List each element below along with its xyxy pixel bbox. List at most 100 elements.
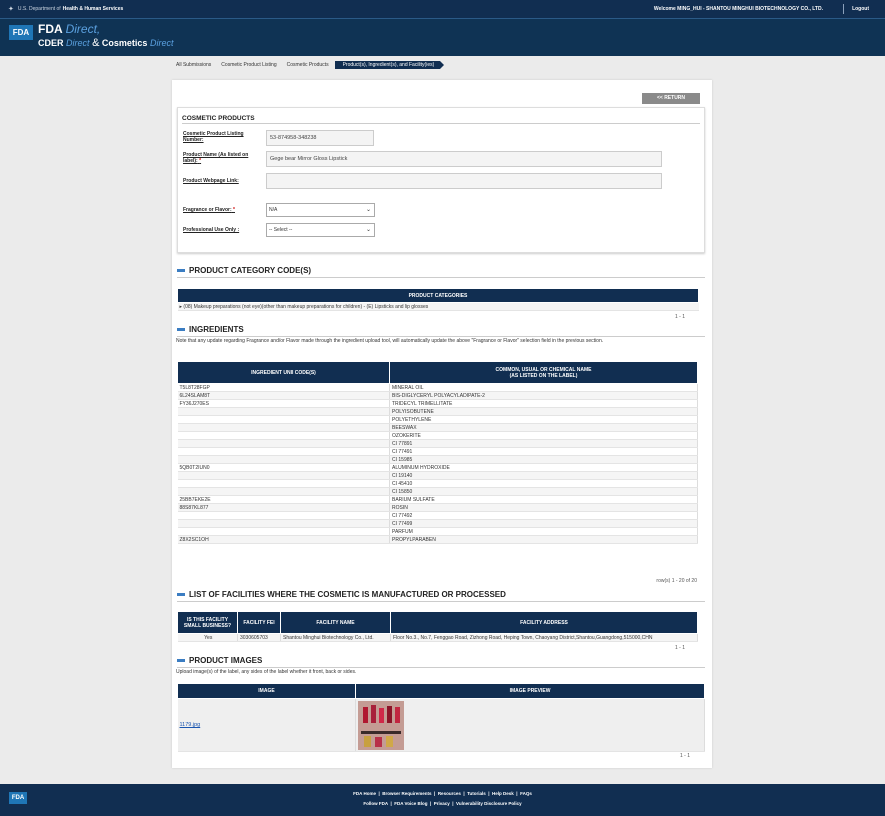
table-row: CI 77491 xyxy=(177,447,698,456)
professional-select[interactable]: -- Select -- ⌄ xyxy=(266,223,375,237)
ingredient-unii xyxy=(177,447,390,456)
category-item: ▸ (08) Makeup preparations (not eye)(oth… xyxy=(177,302,699,311)
ingredient-unii xyxy=(177,519,390,528)
chevron-down-icon: ⌄ xyxy=(365,227,371,233)
facility-fei-header: FACILITY FEI xyxy=(237,611,281,634)
hhs-link[interactable]: ✦ U.S. Department of Health & Human Serv… xyxy=(8,5,123,13)
ingredient-name: POLYISOBUTENE xyxy=(389,407,698,416)
footer-link[interactable]: FDA Voice Blog xyxy=(394,801,427,806)
facility-fei: 3030605703 xyxy=(237,633,281,642)
facility-address: Floor No.3., No.7, Fenggao Road, Zizhong… xyxy=(390,633,698,642)
category-section-header[interactable]: PRODUCT CATEGORY CODE(S) xyxy=(177,266,705,275)
table-row: PARFUM xyxy=(177,527,698,536)
hhs-eagle-icon: ✦ xyxy=(8,6,14,13)
category-item-text: (08) Makeup preparations (not eye)(other… xyxy=(183,303,429,310)
image-file-cell: 1179.jpg xyxy=(177,698,356,752)
category-pager: 1 - 1 xyxy=(674,314,685,320)
lipstick-tube xyxy=(387,705,392,723)
lipstick-shelf xyxy=(361,730,401,734)
brand-line-2: CDER Direct & Cosmetics Direct xyxy=(38,37,173,49)
table-row: CI 77499 xyxy=(177,519,698,528)
ingredient-name: ALUMINUM HYDROXIDE xyxy=(389,463,698,472)
table-row: CI 15850 xyxy=(177,487,698,496)
category-section: PRODUCT CATEGORY CODE(S) xyxy=(177,266,705,278)
ingredient-unii xyxy=(177,471,390,480)
ingredient-name: PARFUM xyxy=(389,527,698,536)
facilities-section: LIST OF FACILITIES WHERE THE COSMETIC IS… xyxy=(177,590,705,602)
breadcrumb-all-submissions[interactable]: All Submissions xyxy=(172,61,221,69)
product-name-field[interactable]: Gege bear Mirror Gloss Lipstick xyxy=(266,151,662,167)
footer-link[interactable]: Follow FDA xyxy=(363,801,388,806)
footer-link[interactable]: FAQs xyxy=(520,791,532,796)
footer-link[interactable]: Privacy xyxy=(434,801,450,806)
facilities-section-title: LIST OF FACILITIES WHERE THE COSMETIC IS… xyxy=(189,590,506,599)
divider xyxy=(177,667,705,668)
site-header: FDA FDA Direct, CDER Direct & Cosmetics … xyxy=(0,18,885,56)
footer-link[interactable]: Resources xyxy=(438,791,461,796)
cosmetic-products-box: COSMETIC PRODUCTS Cosmetic Product Listi… xyxy=(177,107,705,253)
collapse-icon xyxy=(177,269,185,272)
ingredient-name: OZOKERITE xyxy=(389,431,698,440)
ingredients-section-header[interactable]: INGREDIENTS xyxy=(177,325,705,334)
images-section: PRODUCT IMAGES xyxy=(177,656,705,668)
image-column-header: IMAGE xyxy=(177,683,356,699)
logout-link[interactable]: Logout xyxy=(852,0,869,18)
ingredient-unii: 88S87KL877 xyxy=(177,503,390,512)
ingredient-unii xyxy=(177,479,390,488)
ingredient-unii xyxy=(177,511,390,520)
image-preview-cell xyxy=(355,698,705,752)
lipstick-tube xyxy=(379,707,384,723)
ingredient-name: CI 77492 xyxy=(389,511,698,520)
ingredients-section-title: INGREDIENTS xyxy=(189,325,244,334)
table-row: CI 45410 xyxy=(177,479,698,488)
breadcrumb-cosmetic-products[interactable]: Cosmetic Products xyxy=(282,61,338,69)
table-row: POLYISOBUTENE xyxy=(177,407,698,416)
return-button[interactable]: << RETURN xyxy=(642,93,700,104)
category-section-title: PRODUCT CATEGORY CODE(S) xyxy=(189,266,312,275)
footer-link[interactable]: Tutorials xyxy=(467,791,486,796)
footer-link[interactable]: FDA Home xyxy=(353,791,376,796)
footer-links-row-1: FDA Home | Browser Requirements | Resour… xyxy=(0,791,885,796)
category-table: PRODUCT CATEGORIES ▸ (08) Makeup prepara… xyxy=(177,288,699,311)
facilities-pager: 1 - 1 xyxy=(674,645,685,651)
ingredient-unii: 6L24SLAM8T xyxy=(177,391,390,400)
hhs-prefix: U.S. Department of xyxy=(17,6,61,12)
table-row: POLYETHYLENE xyxy=(177,415,698,424)
table-row: CI 77891 xyxy=(177,439,698,448)
ingredient-name: CI 45410 xyxy=(389,479,698,488)
ingredient-unii: Z8X2SC1OH xyxy=(177,535,390,544)
footer-link[interactable]: Browser Requirements xyxy=(382,791,431,796)
facilities-section-header[interactable]: LIST OF FACILITIES WHERE THE COSMETIC IS… xyxy=(177,590,705,599)
image-file-link[interactable]: 1179.jpg xyxy=(180,722,201,728)
product-name-label-text: Product Name (As listed on label): xyxy=(183,152,249,164)
table-row: 1179.jpg xyxy=(177,698,705,752)
product-name-label: Product Name (As listed on label): * xyxy=(183,152,255,164)
images-pager: 1 - 1 xyxy=(679,753,690,759)
fda-logo[interactable]: FDA xyxy=(9,25,33,40)
ingredient-name: CI 15985 xyxy=(389,455,698,464)
images-section-title: PRODUCT IMAGES xyxy=(189,656,263,665)
collapse-icon xyxy=(177,328,185,331)
fragrance-select[interactable]: N/A ⌄ xyxy=(266,203,375,217)
footer-link[interactable]: Help Desk xyxy=(492,791,514,796)
category-column-header: PRODUCT CATEGORIES xyxy=(177,288,699,303)
small-business-header: IS THIS FACILITY SMALL BUSINESS? xyxy=(177,611,238,634)
lipstick-tube xyxy=(364,735,371,747)
breadcrumb-product-listing[interactable]: Cosmetic Product Listing xyxy=(217,61,286,69)
image-preview-header: IMAGE PREVIEW xyxy=(355,683,705,699)
ingredient-name: CI 77891 xyxy=(389,439,698,448)
cosmetic-products-title: COSMETIC PRODUCTS xyxy=(182,115,255,122)
lipstick-thumbnail[interactable] xyxy=(358,700,404,750)
chevron-down-icon: ⌄ xyxy=(365,207,371,213)
brand-fda: FDA xyxy=(38,22,63,36)
brand-direct: Direct, xyxy=(65,22,101,36)
webpage-field[interactable] xyxy=(266,173,662,189)
brand-line-1: FDA Direct, xyxy=(38,22,100,36)
divider xyxy=(177,601,705,602)
footer-link[interactable]: Vulnerability Disclosure Policy xyxy=(456,801,522,806)
ingredient-name: CI 15850 xyxy=(389,487,698,496)
required-mark: * xyxy=(199,158,202,164)
images-section-header[interactable]: PRODUCT IMAGES xyxy=(177,656,705,665)
ingredient-name: TRIDECYL TRIMELLITATE xyxy=(389,399,698,408)
listing-number-label: Cosmetic Product Listing Number: xyxy=(183,131,244,143)
